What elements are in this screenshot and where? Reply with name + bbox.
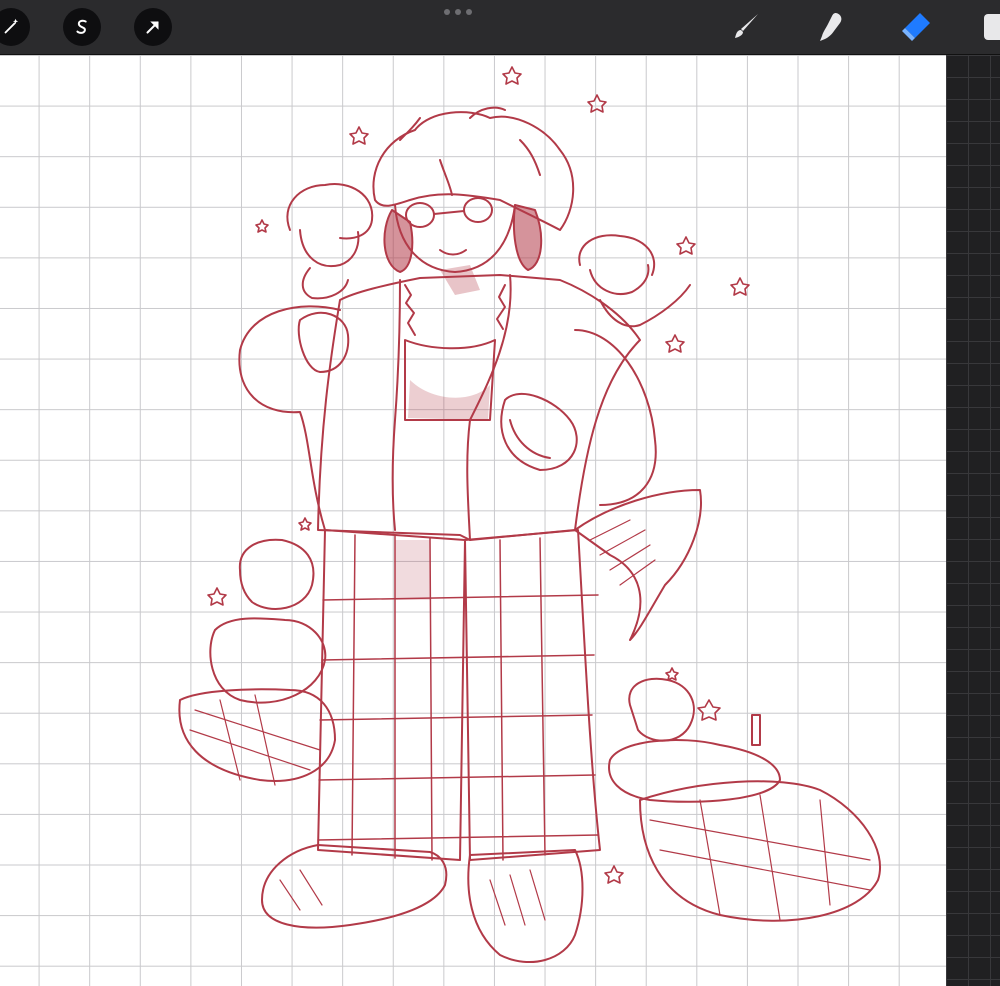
mini-sitting-grid xyxy=(189,694,321,786)
wing xyxy=(574,489,702,641)
pants-outline xyxy=(317,529,601,861)
smudge-tool-button[interactable] xyxy=(810,8,850,46)
wing-hatch xyxy=(589,519,656,586)
hair-strands xyxy=(399,106,541,196)
magic-wand-icon xyxy=(4,18,19,34)
mini-left-body xyxy=(301,267,349,300)
adjustments-button[interactable] xyxy=(0,8,30,46)
star xyxy=(502,66,522,85)
mini-reclining-head xyxy=(628,677,695,742)
eraser-tool-button[interactable] xyxy=(896,8,936,46)
pants-grid-h xyxy=(317,594,599,841)
mini-reclining-body xyxy=(608,739,781,803)
grip-dot xyxy=(455,9,461,15)
right-hand-shade xyxy=(509,419,551,459)
arrow-cursor-icon xyxy=(146,21,159,34)
eraser-icon xyxy=(902,13,930,41)
mini-right-hair xyxy=(578,234,656,276)
decor-stars xyxy=(207,66,750,884)
hair-outline xyxy=(372,111,575,231)
mini-right-face xyxy=(589,264,650,295)
star xyxy=(604,865,624,884)
star xyxy=(349,126,369,145)
mouth xyxy=(439,249,467,256)
right-arm xyxy=(574,329,657,506)
brush-icon xyxy=(735,14,758,38)
selection-button[interactable] xyxy=(63,8,101,46)
star xyxy=(665,334,685,353)
sketch-artwork xyxy=(178,66,881,964)
glasses-bridge xyxy=(433,210,465,215)
star xyxy=(730,277,750,296)
layers-button[interactable] xyxy=(984,14,1000,40)
mini-sitting-head xyxy=(238,538,315,610)
brush-tool-button[interactable] xyxy=(726,8,766,46)
drawing-canvas[interactable] xyxy=(0,55,946,986)
mini-right-body xyxy=(599,284,691,328)
star xyxy=(298,517,312,531)
mini-reclining-grid xyxy=(649,794,871,921)
toolbar-grip-handle[interactable] xyxy=(444,9,472,15)
smudge-finger-icon xyxy=(820,13,842,41)
neck-shade xyxy=(440,265,480,295)
star xyxy=(207,587,227,606)
left-hand xyxy=(297,311,350,373)
top-toolbar xyxy=(0,0,1000,55)
star xyxy=(665,667,679,681)
jacket-collar-left xyxy=(391,279,401,531)
pants-shade xyxy=(395,540,430,600)
right-hand xyxy=(500,392,578,471)
boot-right xyxy=(467,849,584,964)
ear-right xyxy=(512,204,543,271)
pants-grid-v xyxy=(351,534,546,861)
canvas-margin-dark xyxy=(946,55,1000,986)
shirt-shade xyxy=(408,380,490,420)
glasses-right xyxy=(463,197,493,223)
star xyxy=(587,94,607,113)
ear-left xyxy=(383,209,414,273)
transform-button[interactable] xyxy=(134,8,172,46)
star xyxy=(676,236,696,255)
grip-dot xyxy=(466,9,472,15)
selection-s-icon xyxy=(76,19,87,34)
workspace xyxy=(0,55,1000,986)
grip-dot xyxy=(444,9,450,15)
star xyxy=(697,699,721,721)
star xyxy=(255,219,269,233)
mini-left-face xyxy=(299,229,360,268)
book xyxy=(751,714,761,746)
boot-hatch xyxy=(279,869,546,926)
